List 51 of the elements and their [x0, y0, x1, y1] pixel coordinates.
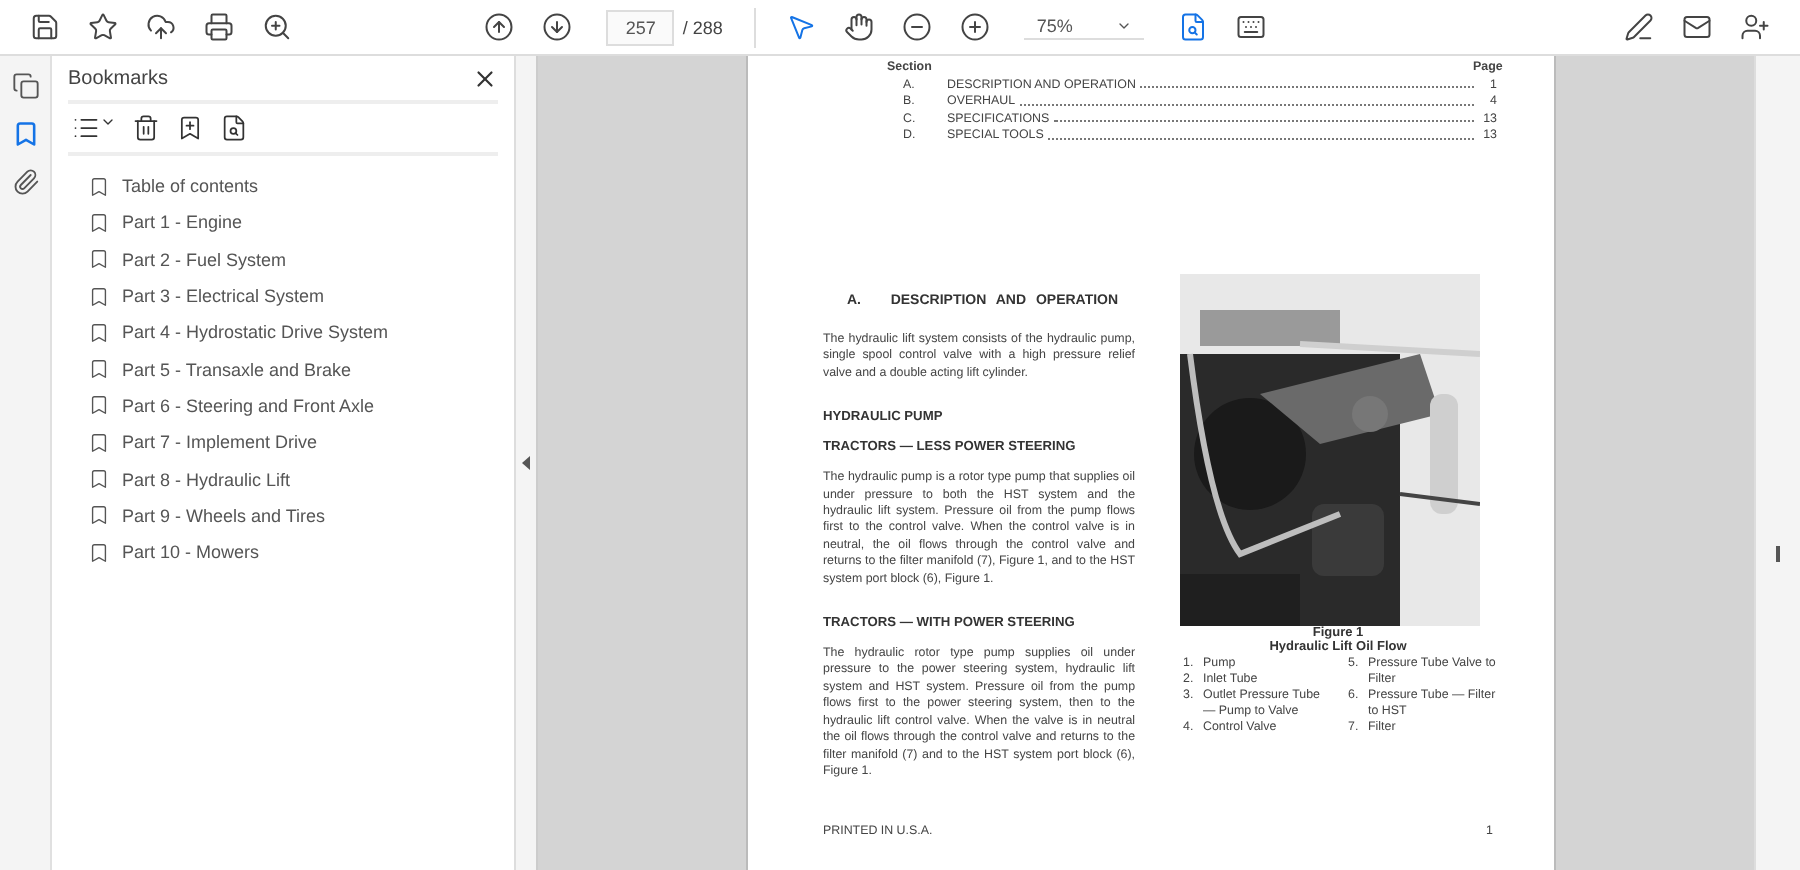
bookmark-item[interactable]: Part 2 - Fuel System	[88, 241, 498, 278]
bookmark-icon	[88, 394, 110, 417]
star-icon[interactable]	[88, 12, 118, 42]
bookmark-item[interactable]: Part 7 - Implement Drive	[88, 424, 498, 461]
add-bookmark-icon[interactable]	[176, 114, 204, 142]
bookmark-icon	[88, 358, 110, 381]
bookmark-icon	[88, 285, 110, 308]
paperclip-icon[interactable]	[11, 168, 39, 196]
user-add-icon[interactable]	[1740, 12, 1771, 42]
hand-icon[interactable]	[844, 12, 875, 42]
bookmark-icon	[88, 248, 110, 271]
panel-title: Bookmarks	[68, 67, 169, 89]
caret-icon	[100, 114, 116, 130]
bookmark-icon	[88, 175, 110, 198]
bookmark-icon	[88, 321, 110, 344]
page-total: / 288	[682, 17, 723, 37]
bookmark-icon	[88, 468, 110, 491]
previous-page-icon[interactable]	[484, 12, 515, 42]
bookmark-icon	[88, 504, 110, 527]
close-icon[interactable]	[472, 65, 498, 91]
bookmark-icon	[88, 431, 110, 454]
zoom-dropdown[interactable]: 75%	[1024, 14, 1145, 40]
bookmark-item[interactable]: Part 6 - Steering and Front Axle	[88, 387, 498, 425]
bookmark-icon	[88, 541, 110, 564]
next-page-icon[interactable]	[542, 12, 573, 42]
zoom-search-icon[interactable]	[262, 12, 292, 42]
keyboard-icon[interactable]	[1236, 12, 1267, 42]
save-icon[interactable]	[30, 12, 60, 42]
bookmark-item[interactable]: Part 3 - Electrical System	[88, 277, 498, 315]
page-number-field[interactable]: 257	[606, 9, 675, 45]
scroll-thumb[interactable]	[1776, 545, 1780, 561]
delete-icon[interactable]	[132, 114, 160, 142]
collapse-icon[interactable]	[522, 456, 530, 470]
caret-icon	[1116, 18, 1133, 34]
mail-icon[interactable]	[1682, 12, 1713, 42]
zoom-out-icon[interactable]	[902, 12, 933, 42]
sign-icon[interactable]	[1624, 12, 1655, 42]
bookmark-item[interactable]: Part 1 - Engine	[88, 204, 498, 242]
pages-icon[interactable]	[11, 72, 39, 100]
bookmark-item[interactable]: Part 10 - Mowers	[88, 533, 498, 571]
pointer-icon[interactable]	[786, 12, 817, 42]
bookmark-icon[interactable]	[11, 120, 39, 148]
bookmark-item[interactable]: Part 8 - Hydraulic Lift	[88, 460, 498, 498]
cloud-upload-icon[interactable]	[146, 12, 176, 42]
zoom-in-icon[interactable]	[960, 12, 991, 42]
bookmark-item[interactable]: Part 9 - Wheels and Tires	[88, 497, 498, 534]
print-icon[interactable]	[204, 12, 234, 42]
bookmark-item[interactable]: Part 4 - Hydrostatic Drive System	[88, 314, 498, 351]
bookmark-icon	[88, 211, 110, 234]
bookmark-item[interactable]: Table of contents	[88, 168, 498, 205]
bookmark-item[interactable]: Part 5 - Transaxle and Brake	[88, 350, 498, 388]
